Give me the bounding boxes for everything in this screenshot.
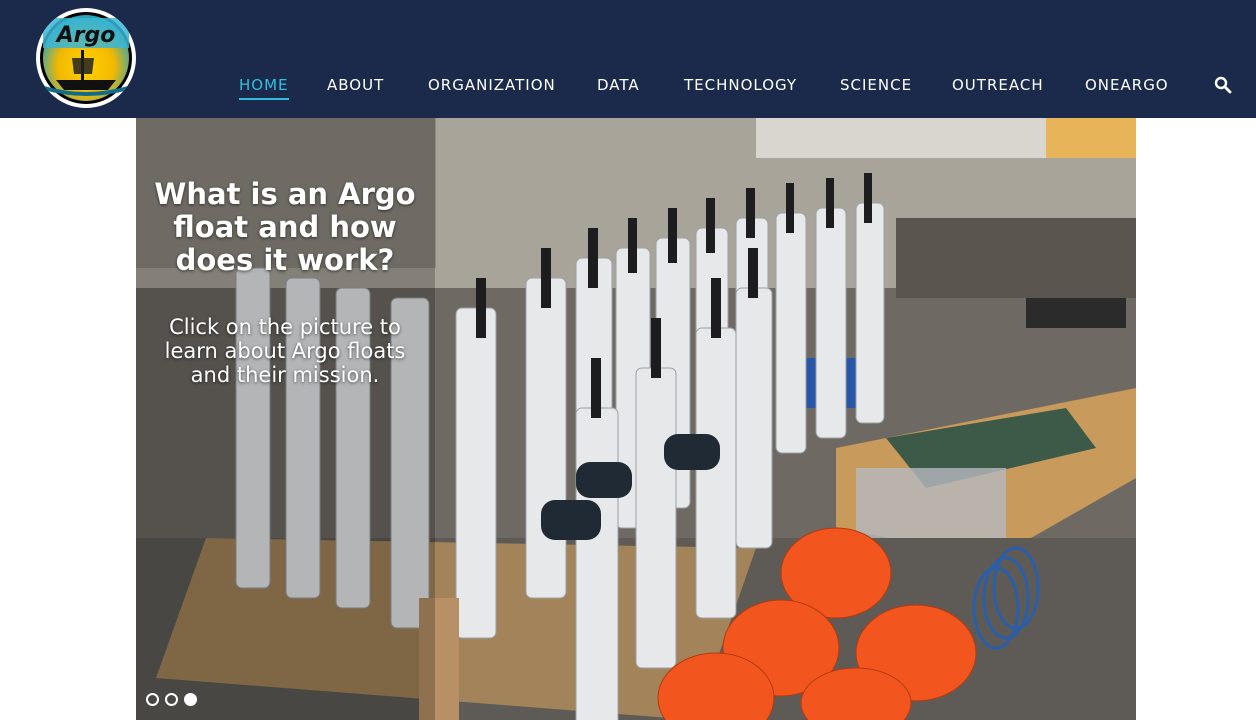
nav-item-oneargo[interactable]: ONEARGO [1085,76,1169,100]
slide-dot-1[interactable] [146,693,159,706]
nav-item-outreach[interactable]: OUTREACH [952,76,1044,100]
active-underline [239,98,289,100]
search-icon [1214,76,1232,94]
nav-item-technology-label: TECHNOLOGY [684,76,798,94]
nav-item-organization-label: ORGANIZATION [428,76,556,94]
svg-text:Argo: Argo [55,23,116,48]
nav-item-about-label: ABOUT [327,76,385,94]
site-header: Argo HOME ABOUT ORGANIZATION DATA TECHNO… [0,0,1256,118]
hero-title: What is an Argo float and how does it wo… [154,177,416,277]
nav-item-organization[interactable]: ORGANIZATION [428,76,556,100]
nav-item-technology[interactable]: TECHNOLOGY [684,76,797,100]
hero-slider[interactable]: What is an Argo float and how does it wo… [136,118,1136,720]
hero-subtitle: Click on the picture to learn about Argo… [164,315,406,387]
slide-dot-2[interactable] [165,693,178,706]
main-nav: HOME ABOUT ORGANIZATION DATA TECHNOLOGY … [0,76,1256,100]
nav-item-science-label: SCIENCE [840,76,913,94]
nav-item-data-label: DATA [597,76,640,94]
nav-item-home[interactable]: HOME [239,76,289,100]
nav-item-oneargo-label: ONEARGO [1085,76,1169,94]
nav-item-home-label: HOME [239,76,289,94]
nav-item-about[interactable]: ABOUT [327,76,384,100]
slide-dot-3[interactable] [184,693,197,706]
nav-item-outreach-label: OUTREACH [952,76,1044,94]
search-button[interactable] [1214,76,1232,94]
nav-item-science[interactable]: SCIENCE [840,76,912,100]
nav-item-data[interactable]: DATA [597,76,640,100]
